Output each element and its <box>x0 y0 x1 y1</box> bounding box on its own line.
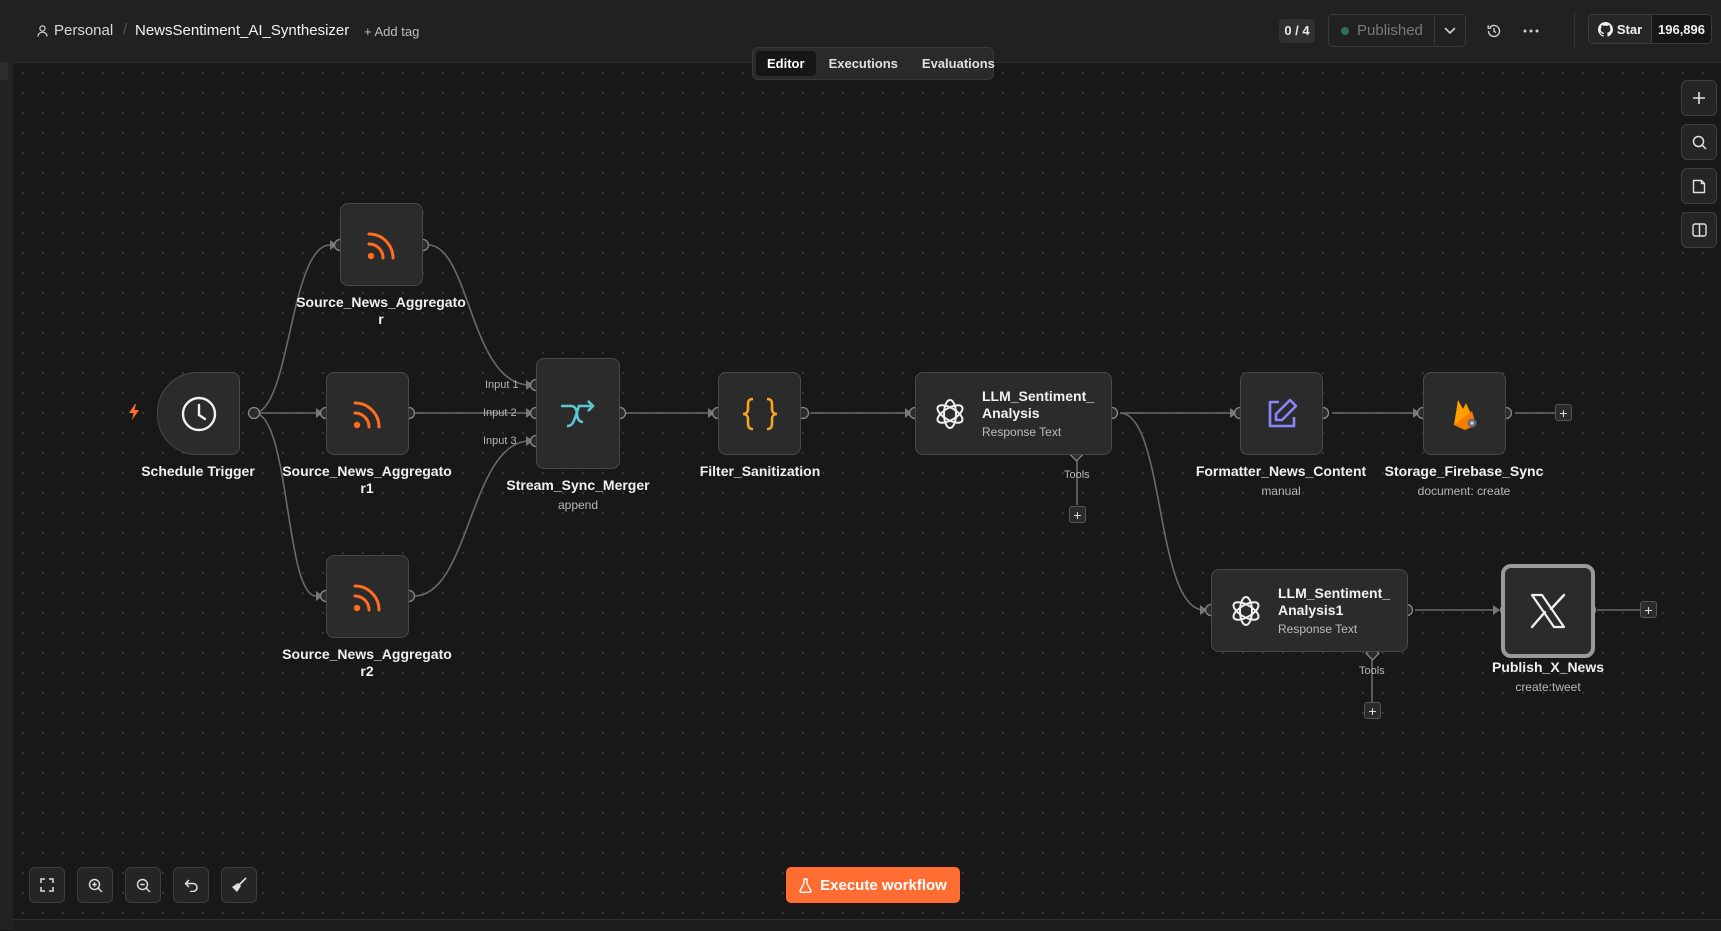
rss-icon <box>353 584 380 611</box>
llm2-subtitle: Response Text <box>1278 622 1358 636</box>
connection-llm1-llm2 <box>1119 412 1205 611</box>
label-formatter-news-content: Formatter_News_Content <box>1195 463 1367 479</box>
merger-input-3: Input 3 <box>483 435 517 447</box>
llm2-title: LLM_Sentiment_ Analysis1 <box>1278 585 1391 618</box>
node-source-news-2[interactable] <box>326 372 409 455</box>
panel-icon <box>1691 223 1707 237</box>
openai-icon <box>936 398 964 429</box>
braces-icon <box>742 397 777 430</box>
clock-icon <box>181 396 216 431</box>
label-source-news-1: Source_News_Aggregato r <box>296 294 466 327</box>
node-storage-firebase-sync[interactable] <box>1423 372 1506 455</box>
edit-icon <box>1268 398 1297 427</box>
label-publish-x-news: Publish_X_News <box>1491 659 1605 675</box>
zoom-out-button[interactable] <box>125 867 161 903</box>
output-handle <box>247 406 261 420</box>
llm1-tools-label: Tools <box>1064 469 1090 481</box>
merge-icon <box>561 399 595 427</box>
fit-view-button[interactable] <box>29 867 65 903</box>
llm1-subtitle: Response Text <box>982 425 1062 439</box>
node-stream-sync-merger[interactable] <box>536 358 620 469</box>
merger-subtitle: append <box>557 498 599 512</box>
plus-icon <box>1693 92 1705 104</box>
connection-trigger-news1 <box>253 244 331 414</box>
undo-icon <box>184 879 198 892</box>
zoom-in-button[interactable] <box>77 867 113 903</box>
publish-subtitle: create:tweet <box>1515 680 1581 694</box>
node-source-news-1[interactable] <box>340 203 423 286</box>
label-storage-firebase-sync: Storage_Firebase_Sync <box>1384 463 1544 479</box>
llm2-tools-label: Tools <box>1359 665 1385 677</box>
label-source-news-3: Source_News_Aggregato r2 <box>282 646 452 679</box>
node-llm-sentiment-analysis1[interactable]: LLM_Sentiment_ Analysis1 Response Text <box>1211 569 1408 652</box>
rss-icon <box>367 232 394 259</box>
zoom-in-icon <box>88 878 102 892</box>
undo-button[interactable] <box>173 867 209 903</box>
arrow-head <box>1493 605 1500 615</box>
rss-icon <box>353 401 380 428</box>
add-tool-button[interactable]: + <box>1069 506 1086 523</box>
node-formatter-news-content[interactable] <box>1240 372 1323 455</box>
storage-subtitle: document: create <box>1417 484 1511 498</box>
fullscreen-icon <box>40 878 54 892</box>
execute-workflow-button[interactable]: Execute workflow <box>786 867 960 903</box>
sticky-note-tool[interactable] <box>1681 168 1717 204</box>
add-node-button[interactable]: + <box>1555 404 1572 421</box>
lightning-icon <box>129 404 139 420</box>
label-schedule-trigger: Schedule Trigger <box>141 463 255 479</box>
broom-icon <box>232 877 247 892</box>
search-icon <box>1692 135 1707 150</box>
label-stream-sync-merger: Stream_Sync_Merger <box>506 477 650 493</box>
add-tool-button[interactable]: + <box>1364 702 1381 719</box>
zoom-out-icon <box>136 878 150 892</box>
add-node-tool[interactable] <box>1681 80 1717 116</box>
node-publish-x-news[interactable] <box>1501 564 1595 658</box>
execute-workflow-label: Execute workflow <box>820 876 947 894</box>
merger-input-1: Input 1 <box>485 379 519 391</box>
firebase-icon <box>1453 399 1476 430</box>
node-source-news-3[interactable] <box>326 555 409 638</box>
add-node-button[interactable]: + <box>1640 601 1657 618</box>
formatter-subtitle: manual <box>1261 484 1301 498</box>
merger-input-2: Input 2 <box>483 407 517 419</box>
node-filter-sanitization[interactable] <box>718 372 801 455</box>
node-schedule-trigger[interactable] <box>157 372 240 455</box>
label-source-news-2: Source_News_Aggregato r1 <box>282 463 452 496</box>
label-filter-sanitization: Filter_Sanitization <box>699 463 821 479</box>
tidy-up-button[interactable] <box>221 867 257 903</box>
connection-trigger-news3 <box>253 412 317 597</box>
llm1-title: LLM_Sentiment_ Analysis <box>982 388 1095 421</box>
note-icon <box>1692 179 1706 193</box>
flask-icon <box>799 877 812 893</box>
node-llm-sentiment-analysis[interactable]: LLM_Sentiment_ Analysis Response Text <box>915 372 1112 455</box>
search-tool[interactable] <box>1681 124 1717 160</box>
openai-icon <box>1232 595 1260 626</box>
panel-toggle-tool[interactable] <box>1681 212 1717 248</box>
x-logo-icon <box>1530 593 1566 629</box>
